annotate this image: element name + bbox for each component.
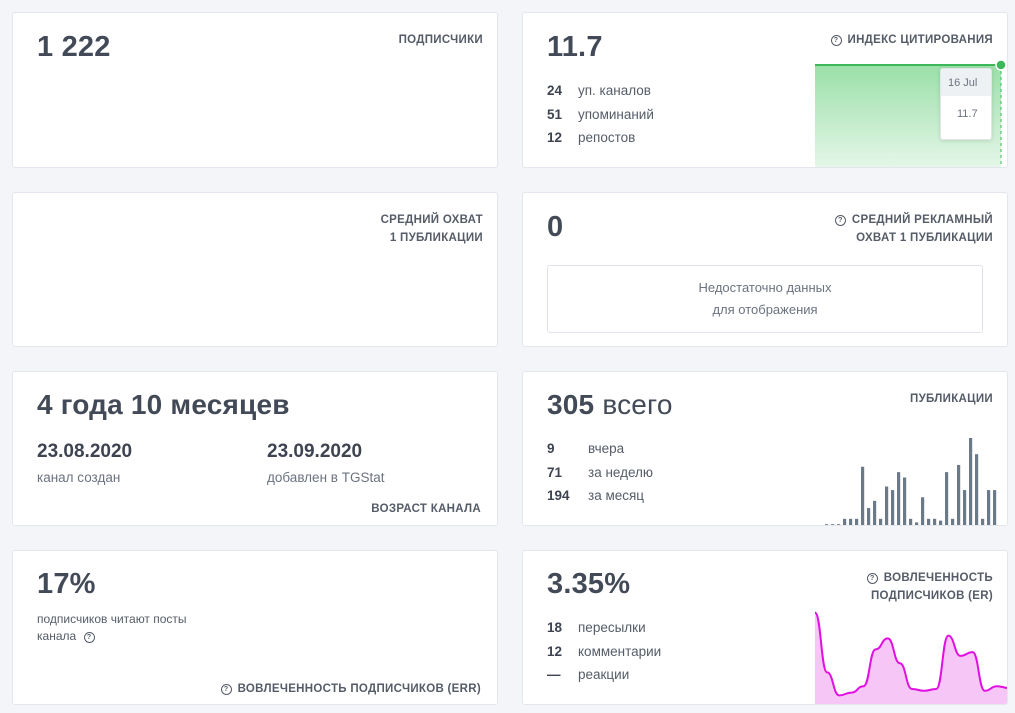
created-date: 23.08.2020	[37, 441, 133, 462]
stat-comments: 12 комментарии	[547, 644, 662, 659]
tooltip-date: 16 Jul	[941, 69, 991, 96]
tooltip-value: 11.7	[957, 108, 978, 120]
channel-age-label: ВОЗРАСТ КАНАЛА	[371, 503, 481, 515]
citation-tooltip: 16 Jul 11.7	[940, 68, 992, 140]
avg-reach-label: СРЕДНИЙ ОХВАТ 1 ПУБЛИКАЦИИ	[380, 214, 483, 244]
no-data-box: Недостаточно данных для отображения	[547, 265, 983, 333]
help-icon[interactable]: ?	[83, 632, 95, 643]
stat-yesterday: 9 вчера	[547, 441, 625, 456]
posts-bar	[861, 466, 865, 525]
err-description: подписчиков читают посты канала ?	[37, 612, 187, 643]
posts-bar	[885, 486, 889, 525]
posts-bar	[849, 518, 853, 525]
stat-forwards: 18 пересылки	[547, 620, 646, 635]
citation-index-value: 11.7	[547, 31, 603, 63]
err-value: 17%	[37, 568, 96, 600]
posts-card[interactable]: 305 всего ПУБЛИКАЦИИ 9 вчера 71 за неделю …	[522, 371, 1008, 526]
posts-bar	[969, 438, 973, 525]
help-icon[interactable]: ?	[220, 684, 232, 695]
posts-bar	[891, 490, 895, 525]
posts-bar	[909, 518, 913, 525]
ad-reach-card[interactable]: 0 ? СРЕДНИЙ РЕКЛАМНЫЙ ОХВАТ 1 ПУБЛИКАЦИИ …	[522, 192, 1008, 347]
er-label[interactable]: ? ВОВЛЕЧЕННОСТЬ ПОДПИСЧИКОВ (ER)	[866, 569, 993, 605]
posts-bar	[831, 524, 835, 525]
er-value: 3.35%	[547, 568, 631, 600]
posts-bar	[879, 518, 883, 525]
citation-index-card[interactable]: 11.7 ? ИНДЕКС ЦИТИРОВАНИЯ 24 уп. каналов 5…	[522, 12, 1008, 168]
posts-bar	[939, 520, 943, 525]
err-label[interactable]: ? ВОВЛЕЧЕННОСТЬ ПОДПИСЧИКОВ (ERR)	[220, 683, 481, 695]
posts-bar	[963, 490, 967, 525]
posts-bar	[903, 477, 907, 525]
stat-month: 194 за месяц	[547, 488, 645, 503]
added-label: добавлен в TGStat	[267, 470, 385, 485]
er-card[interactable]: 3.35% ? ВОВЛЕЧЕННОСТЬ ПОДПИСЧИКОВ (ER) 18…	[522, 550, 1008, 705]
channel-age-value: 4 года 10 месяцев	[37, 389, 290, 420]
subscribers-count: 1 222	[37, 31, 111, 63]
err-card[interactable]: 17% подписчиков читают посты канала ? ? В…	[12, 550, 498, 705]
posts-bar-chart[interactable]	[823, 432, 1007, 526]
no-data-line2: для отображения	[712, 302, 818, 317]
ad-reach-value: 0	[547, 211, 564, 243]
posts-total: 305 всего	[547, 389, 673, 420]
posts-bar	[981, 518, 985, 525]
help-icon[interactable]: ?	[834, 215, 846, 226]
no-data-line1: Недостаточно данных	[698, 280, 832, 295]
posts-bar	[915, 522, 919, 525]
er-area	[815, 612, 1007, 704]
created-label: канал создан	[37, 470, 121, 485]
posts-bar	[933, 518, 937, 525]
avg-reach-card[interactable]: СРЕДНИЙ ОХВАТ 1 ПУБЛИКАЦИИ	[12, 192, 498, 347]
stat-mentions: 51 упоминаний	[547, 107, 654, 122]
added-date: 23.09.2020	[267, 441, 363, 462]
posts-bar	[951, 518, 955, 525]
posts-bar	[927, 518, 931, 525]
help-icon[interactable]: ?	[830, 35, 842, 46]
subscribers-card[interactable]: 1 222 ПОДПИСЧИКИ	[12, 12, 498, 168]
posts-bar	[945, 472, 949, 525]
posts-bar	[873, 500, 877, 525]
stat-reactions: — реакции	[547, 667, 630, 682]
er-sparkline[interactable]	[815, 606, 1008, 705]
citation-index-label[interactable]: ? ИНДЕКС ЦИТИРОВАНИЯ	[830, 31, 994, 49]
help-icon[interactable]: ?	[866, 573, 878, 584]
posts-bar	[993, 490, 997, 525]
posts-bar	[975, 454, 979, 525]
posts-bar	[921, 497, 925, 525]
posts-label: ПУБЛИКАЦИИ	[910, 393, 993, 405]
posts-bar	[855, 518, 859, 525]
stat-week: 71 за неделю	[547, 465, 654, 480]
posts-bar	[867, 508, 871, 525]
posts-bar	[843, 518, 847, 525]
ad-reach-label[interactable]: ? СРЕДНИЙ РЕКЛАМНЫЙ ОХВАТ 1 ПУБЛИКАЦИИ	[834, 211, 993, 247]
posts-bar	[897, 472, 901, 525]
posts-bar	[837, 524, 841, 525]
stat-mentioned-channels: 24 уп. каналов	[547, 83, 651, 98]
citation-point	[995, 59, 1007, 71]
stat-reposts: 12 репостов	[547, 130, 636, 145]
channel-age-card[interactable]: 4 года 10 месяцев 23.08.2020 канал созда…	[12, 371, 498, 526]
posts-bar	[825, 524, 829, 525]
subscribers-label: ПОДПИСЧИКИ	[398, 34, 483, 46]
posts-bar	[987, 490, 991, 525]
posts-bar	[957, 464, 961, 525]
